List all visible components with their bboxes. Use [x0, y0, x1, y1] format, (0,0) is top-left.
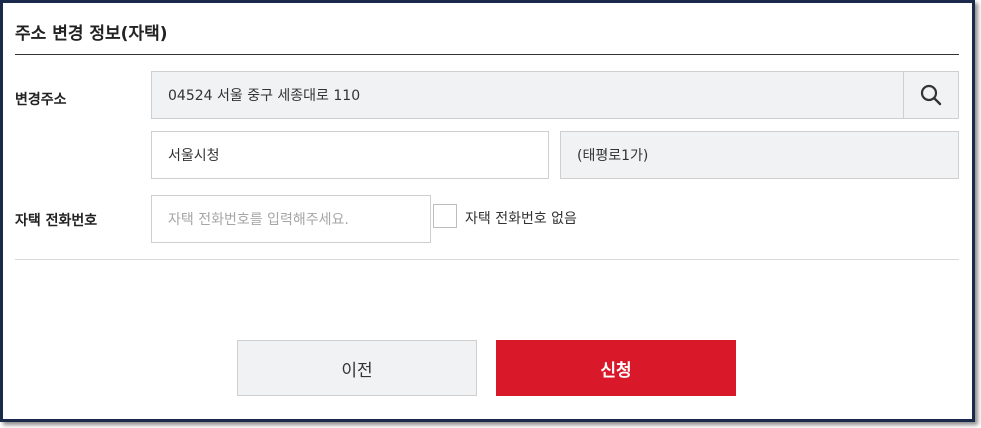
no-phone-checkbox[interactable]	[433, 204, 457, 228]
phone-placeholder: 자택 전화번호를 입력해주세요.	[168, 212, 349, 228]
address-detail-value: 서울시청	[168, 148, 220, 164]
no-phone-label[interactable]: 자택 전화번호 없음	[465, 208, 577, 228]
address-main-value: 04524 서울 중구 세종대로 110	[168, 88, 361, 104]
phone-input[interactable]: 자택 전화번호를 입력해주세요.	[151, 195, 431, 243]
address-change-dialog: 주소 변경 정보(자택) 변경주소 04524 서울 중구 세종대로 110 서…	[0, 0, 975, 422]
title-divider	[15, 54, 959, 55]
dialog-title: 주소 변경 정보(자택)	[15, 24, 168, 44]
form-divider	[15, 259, 959, 260]
address-search-button[interactable]	[903, 72, 958, 118]
phone-label: 자택 전화번호	[15, 213, 98, 229]
address-extra-value: (태평로1가)	[577, 148, 649, 164]
address-label: 변경주소	[15, 92, 67, 108]
address-extra-field: (태평로1가)	[560, 131, 959, 179]
search-icon	[920, 84, 942, 106]
submit-button[interactable]: 신청	[496, 340, 736, 396]
address-main-field[interactable]: 04524 서울 중구 세종대로 110	[151, 71, 959, 119]
prev-button[interactable]: 이전	[237, 340, 477, 396]
address-detail-input[interactable]: 서울시청	[151, 131, 549, 179]
